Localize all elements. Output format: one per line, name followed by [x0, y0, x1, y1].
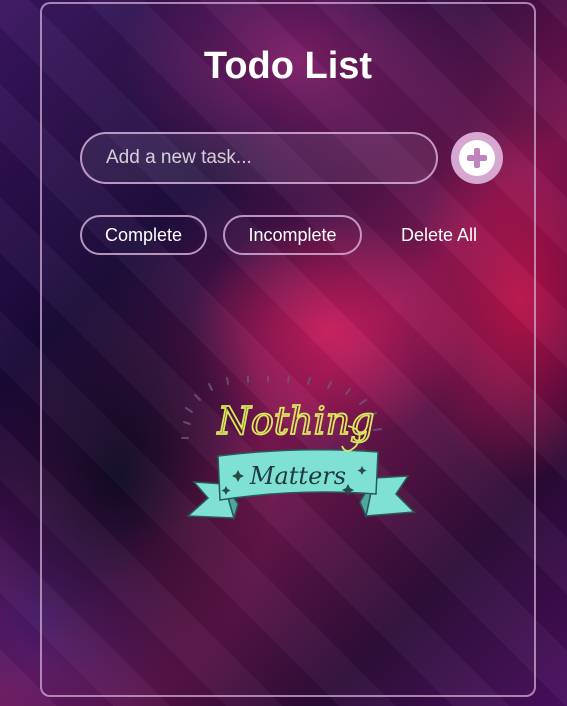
incomplete-filter-button[interactable]: Incomplete [223, 215, 362, 255]
nothing-matters-image: Matters Nothing [181, 375, 416, 521]
new-task-input[interactable] [80, 132, 438, 184]
add-task-button[interactable] [451, 132, 503, 184]
headline-text: Nothing [217, 399, 375, 443]
delete-all-button[interactable]: Delete All [380, 215, 498, 255]
banner-text: Matters [249, 462, 346, 490]
todo-card: Todo List Complete Incomplete Delete All [40, 2, 536, 697]
page-title: Todo List [203, 45, 373, 87]
empty-state-illustration: Matters Nothing [178, 375, 418, 548]
plus-icon [467, 148, 487, 168]
complete-filter-button[interactable]: Complete [80, 215, 207, 255]
